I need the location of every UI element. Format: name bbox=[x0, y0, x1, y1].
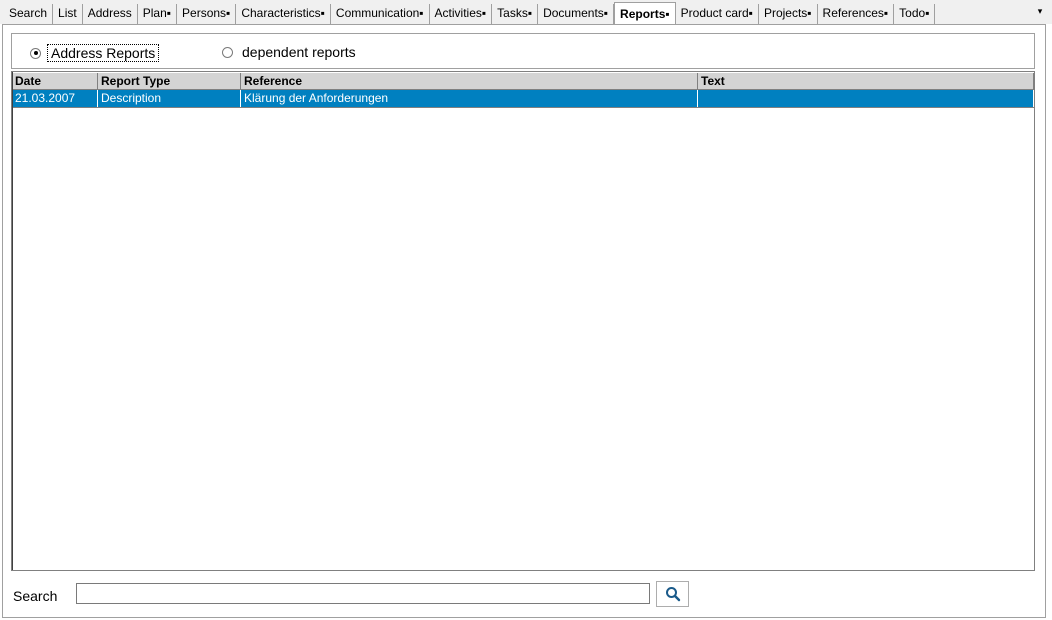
search-button[interactable] bbox=[656, 581, 689, 607]
column-header-report-type[interactable]: Report Type bbox=[98, 73, 241, 89]
column-header-date[interactable]: Date bbox=[12, 73, 98, 89]
cell-text bbox=[698, 90, 1034, 107]
dependent-reports-label: dependent reports bbox=[242, 44, 356, 60]
tab-persons[interactable]: Persons▪ bbox=[177, 4, 237, 24]
search-icon bbox=[665, 587, 680, 602]
tab-bar: Search List Address Plan▪ Persons▪ Chara… bbox=[0, 0, 1052, 25]
address-reports-radio[interactable]: Address Reports bbox=[30, 44, 160, 62]
tab-projects[interactable]: Projects▪ bbox=[758, 4, 818, 24]
grid-left-border bbox=[12, 72, 13, 570]
address-reports-label: Address Reports bbox=[47, 44, 160, 62]
report-mode-group: Address Reports dependent reports bbox=[11, 33, 1035, 69]
tab-list: Search List Address Plan▪ Persons▪ Chara… bbox=[4, 2, 936, 25]
column-header-reference[interactable]: Reference bbox=[241, 73, 698, 89]
dependent-reports-radio[interactable]: dependent reports bbox=[222, 44, 359, 60]
radio-checked-icon bbox=[30, 47, 41, 59]
tab-references[interactable]: References▪ bbox=[817, 4, 895, 24]
grid-header: Date Report Type Reference Text bbox=[12, 72, 1034, 90]
cell-date: 21.03.2007 bbox=[12, 90, 98, 107]
search-label: Search bbox=[13, 588, 58, 604]
search-input[interactable] bbox=[76, 583, 650, 604]
tab-plan[interactable]: Plan▪ bbox=[137, 4, 178, 24]
radio-unchecked-icon bbox=[222, 46, 233, 58]
reports-panel: Address Reports dependent reports Date R… bbox=[2, 24, 1046, 618]
tab-communication[interactable]: Communication▪ bbox=[330, 4, 430, 24]
tab-address[interactable]: Address bbox=[82, 4, 138, 24]
tab-reports[interactable]: Reports▪ bbox=[614, 2, 676, 25]
tab-documents[interactable]: Documents▪ bbox=[538, 4, 615, 24]
tab-activities[interactable]: Activities▪ bbox=[429, 4, 493, 24]
tab-tasks[interactable]: Tasks▪ bbox=[492, 4, 539, 24]
tab-product-card[interactable]: Product card▪ bbox=[675, 4, 759, 24]
tab-todo[interactable]: Todo▪ bbox=[894, 4, 936, 24]
reports-grid[interactable]: Date Report Type Reference Text 21.03.20… bbox=[11, 71, 1035, 571]
table-row[interactable]: 21.03.2007 Description Klärung der Anfor… bbox=[12, 90, 1034, 108]
column-header-text[interactable]: Text bbox=[698, 73, 1034, 89]
cell-reference: Klärung der Anforderungen bbox=[241, 90, 698, 107]
tab-list-view[interactable]: List bbox=[53, 4, 83, 24]
tab-overflow-dropdown-icon[interactable]: ▾ bbox=[1032, 4, 1048, 22]
tab-search[interactable]: Search bbox=[4, 4, 54, 24]
tab-characteristics[interactable]: Characteristics▪ bbox=[236, 4, 331, 24]
cell-report-type: Description bbox=[98, 90, 241, 107]
